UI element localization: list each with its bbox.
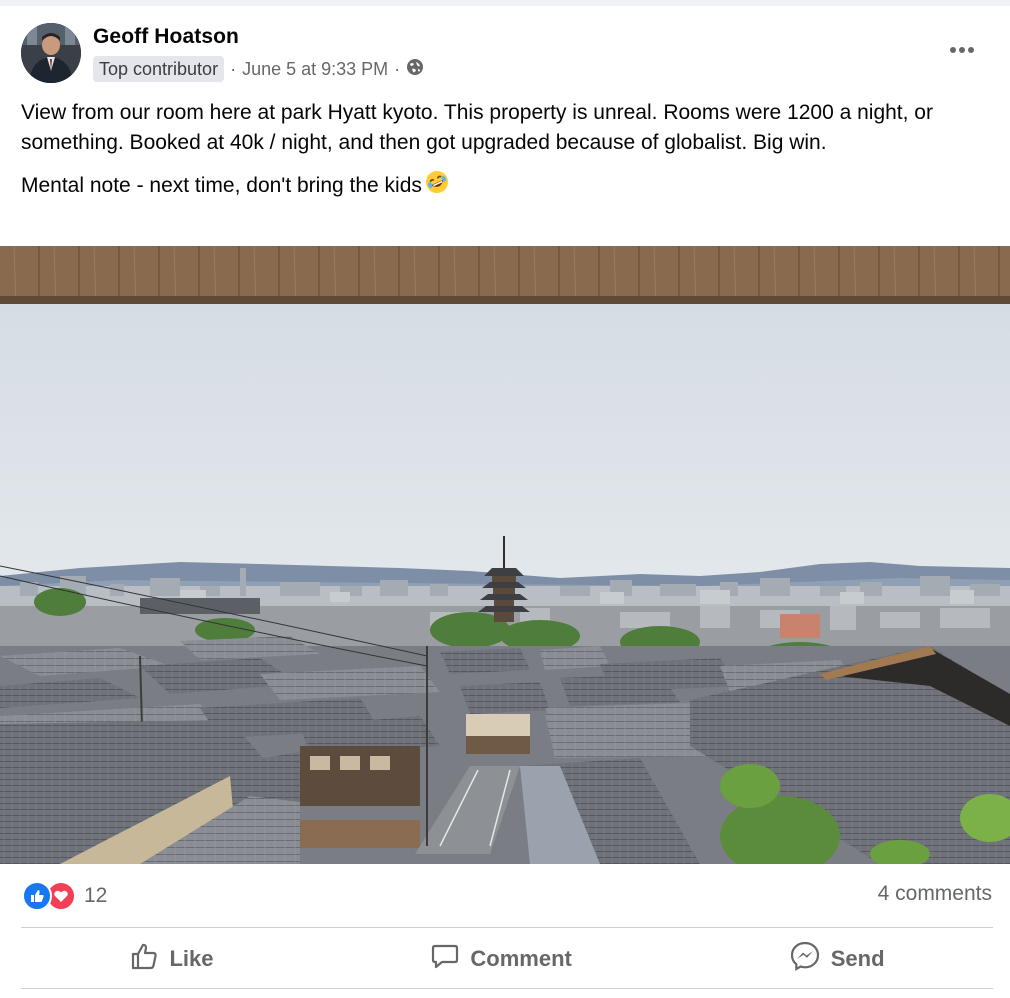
reaction-count: 12 bbox=[84, 884, 108, 907]
speech-bubble-icon bbox=[430, 941, 460, 977]
divider bbox=[21, 988, 993, 989]
meta-separator: · bbox=[394, 58, 401, 79]
comment-button[interactable]: Comment bbox=[418, 933, 583, 985]
post-paragraph: View from our room here at park Hyatt ky… bbox=[21, 101, 933, 154]
globe-icon bbox=[406, 58, 424, 81]
post-meta: Top contributor · June 5 at 9:33 PM · bbox=[93, 55, 424, 83]
feed-background-strip bbox=[0, 0, 1010, 6]
send-label: Send bbox=[830, 946, 885, 971]
top-contributor-badge[interactable]: Top contributor bbox=[93, 56, 225, 82]
author-avatar[interactable] bbox=[21, 23, 81, 83]
comment-label: Comment bbox=[470, 946, 572, 971]
rolling-on-floor-laughing-emoji bbox=[425, 170, 449, 203]
post-paragraph: Mental note - next time, don't bring the… bbox=[21, 170, 981, 203]
comments-count-link[interactable]: 4 comments bbox=[878, 882, 992, 906]
messenger-icon bbox=[789, 940, 821, 978]
action-bar: Like Comment Send bbox=[21, 930, 993, 988]
post-photo[interactable] bbox=[0, 246, 1010, 864]
post-card: Geoff Hoatson Top contributor · June 5 a… bbox=[0, 0, 1010, 998]
post-text: View from our room here at park Hyatt ky… bbox=[21, 98, 981, 215]
like-label: Like bbox=[169, 946, 214, 971]
like-button[interactable]: Like bbox=[117, 933, 225, 985]
meta-separator: · bbox=[230, 58, 237, 79]
send-button[interactable]: Send bbox=[777, 932, 897, 986]
post-timestamp[interactable]: June 5 at 9:33 PM bbox=[242, 59, 388, 80]
thumbs-up-icon bbox=[129, 941, 159, 977]
more-options-icon[interactable] bbox=[942, 36, 982, 64]
post-paragraph-text: Mental note - next time, don't bring the… bbox=[21, 174, 422, 198]
divider bbox=[21, 927, 993, 928]
like-icon bbox=[22, 881, 52, 911]
author-name[interactable]: Geoff Hoatson bbox=[93, 25, 239, 49]
reactions-summary[interactable]: 12 bbox=[22, 880, 107, 912]
